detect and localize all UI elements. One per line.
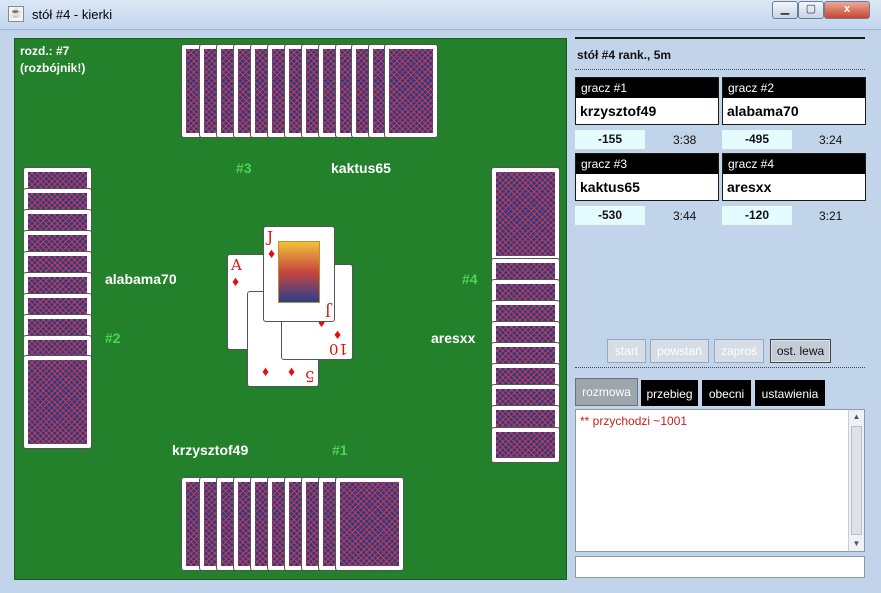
card-back-top xyxy=(384,44,438,138)
card-rank: J xyxy=(267,228,274,246)
player-time-3: 3:44 xyxy=(673,209,697,223)
trick-card-top: J ♦ J xyxy=(263,226,335,322)
diamond-icon: ♦ xyxy=(334,326,342,342)
deal-mode: (rozbójnik!) xyxy=(20,61,86,75)
header-rule xyxy=(575,37,865,39)
card-table: rozd.: #7 (rozbójnik!) #3 kaktus65 alaba… xyxy=(14,38,567,580)
diamond-icon: ♦ xyxy=(268,245,276,261)
card-back-left xyxy=(23,355,92,449)
tab-chat[interactable]: rozmowa xyxy=(575,378,638,406)
tab-settings[interactable]: ustawienia xyxy=(755,380,825,406)
start-button[interactable]: start xyxy=(607,339,646,363)
dotted-divider xyxy=(575,367,865,368)
tab-history[interactable]: przebieg xyxy=(641,380,698,406)
player-score-2: -495 xyxy=(722,130,792,149)
table-header: stół #4 rank., 5m xyxy=(577,48,672,62)
player-name-right: aresxx xyxy=(431,330,476,346)
jack-portrait-icon xyxy=(278,241,320,303)
player-name: krzysztof49 xyxy=(580,103,657,119)
diamond-icon: ♦ xyxy=(232,273,240,289)
player-label: gracz #3 xyxy=(576,154,718,174)
player-time-2: 3:24 xyxy=(819,133,843,147)
stand-up-button[interactable]: powstań xyxy=(650,339,709,363)
player-score-1: -155 xyxy=(575,130,645,149)
chat-log[interactable]: ** przychodzi ~1001 ▲ ▼ xyxy=(575,409,865,552)
player-name: aresxx xyxy=(727,179,772,195)
minimize-button[interactable]: ▁ xyxy=(772,1,798,19)
card-rank: A xyxy=(231,256,242,274)
card-rank: J xyxy=(324,302,331,320)
java-cup-icon: ☕ xyxy=(8,6,24,22)
close-button[interactable]: x xyxy=(824,1,870,19)
scroll-down-icon[interactable]: ▼ xyxy=(849,537,864,551)
tab-present[interactable]: obecni xyxy=(702,380,751,406)
invite-button[interactable]: zaproś xyxy=(714,339,764,363)
card-back-right xyxy=(491,167,560,261)
chat-scrollbar[interactable]: ▲ ▼ xyxy=(848,410,864,551)
player-box-4: gracz #4 aresxx xyxy=(722,153,866,201)
player-box-3: gracz #3 kaktus65 xyxy=(575,153,719,201)
seat-number-left: #2 xyxy=(105,330,121,346)
card-rank: 5 xyxy=(305,367,315,385)
window-title: stół #4 - kierki xyxy=(32,7,113,22)
player-score-3: -530 xyxy=(575,206,645,225)
player-name: alabama70 xyxy=(727,103,799,119)
player-time-1: 3:38 xyxy=(673,133,697,147)
title-bar: ☕ stół #4 - kierki ▁ ▢ x xyxy=(0,0,881,30)
player-name-bottom: krzysztof49 xyxy=(172,442,249,458)
chat-input[interactable] xyxy=(575,556,865,578)
player-label: gracz #1 xyxy=(576,78,718,98)
maximize-button[interactable]: ▢ xyxy=(798,1,824,19)
chat-line: ** przychodzi ~1001 xyxy=(580,414,688,428)
player-label: gracz #4 xyxy=(723,154,865,174)
dotted-divider xyxy=(575,69,865,70)
scroll-up-icon[interactable]: ▲ xyxy=(849,410,864,424)
card-back-bottom xyxy=(335,477,404,571)
player-box-1: gracz #1 krzysztof49 xyxy=(575,77,719,125)
player-name-left: alabama70 xyxy=(105,271,177,287)
player-time-4: 3:21 xyxy=(819,209,843,223)
player-score-4: -120 xyxy=(722,206,792,225)
scroll-thumb[interactable] xyxy=(851,426,862,535)
player-name: kaktus65 xyxy=(580,179,640,195)
diamond-icon: ♦ xyxy=(262,363,270,379)
seat-number-top: #3 xyxy=(236,160,252,176)
seat-number-right: #4 xyxy=(462,271,478,287)
player-label: gracz #2 xyxy=(723,78,865,98)
seat-number-bottom: #1 xyxy=(332,442,348,458)
card-back-right xyxy=(491,427,560,463)
last-trick-button[interactable]: ost. lewa xyxy=(770,339,831,363)
deal-info: rozd.: #7 xyxy=(20,44,70,58)
card-rank: 10 xyxy=(328,340,348,358)
player-name-top: kaktus65 xyxy=(331,160,391,176)
player-box-2: gracz #2 alabama70 xyxy=(722,77,866,125)
diamond-icon: ♦ xyxy=(288,363,296,379)
